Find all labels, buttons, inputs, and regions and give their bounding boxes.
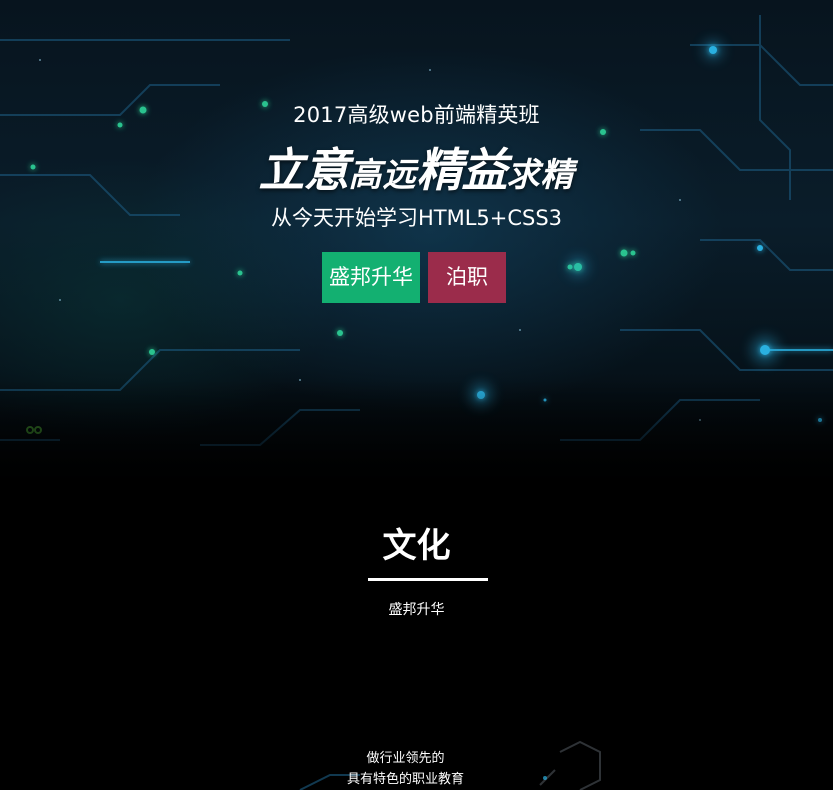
hero-button-group: 盛邦升华 泊职 — [322, 252, 506, 303]
hero-slogan: 立意高远精益求精 — [0, 140, 833, 200]
bottom-line-2: 具有特色的职业教育 — [346, 772, 464, 787]
bozhi-button[interactable]: 泊职 — [428, 252, 506, 303]
slogan-part-1: 立意 — [258, 143, 350, 197]
slogan-part-2: 高远 — [348, 155, 417, 194]
hero-tagline: 从今天开始学习HTML5+CSS3 — [270, 206, 563, 230]
section-divider — [368, 578, 488, 581]
bottom-line-1: 做行业领先的 — [366, 751, 445, 766]
shengbang-button[interactable]: 盛邦升华 — [322, 252, 420, 303]
section-title: 文化 — [382, 526, 451, 566]
hero-banner: 2017高级web前端精英班 立意高远精益求精 从今天开始学习HTML5+CSS… — [0, 0, 833, 495]
page: 2017高级web前端精英班 立意高远精益求精 从今天开始学习HTML5+CSS… — [0, 0, 833, 790]
slogan-part-4: 求精 — [506, 155, 575, 194]
hero-subtitle: 2017高级web前端精英班 — [293, 103, 540, 127]
section-subtitle: 盛邦升华 — [388, 602, 445, 618]
hero-content: 2017高级web前端精英班 立意高远精益求精 从今天开始学习HTML5+CSS… — [0, 0, 833, 495]
bottom-slogan: 做行业领先的 具有特色的职业教育 — [0, 748, 833, 790]
slogan-part-3: 精益 — [416, 143, 508, 197]
